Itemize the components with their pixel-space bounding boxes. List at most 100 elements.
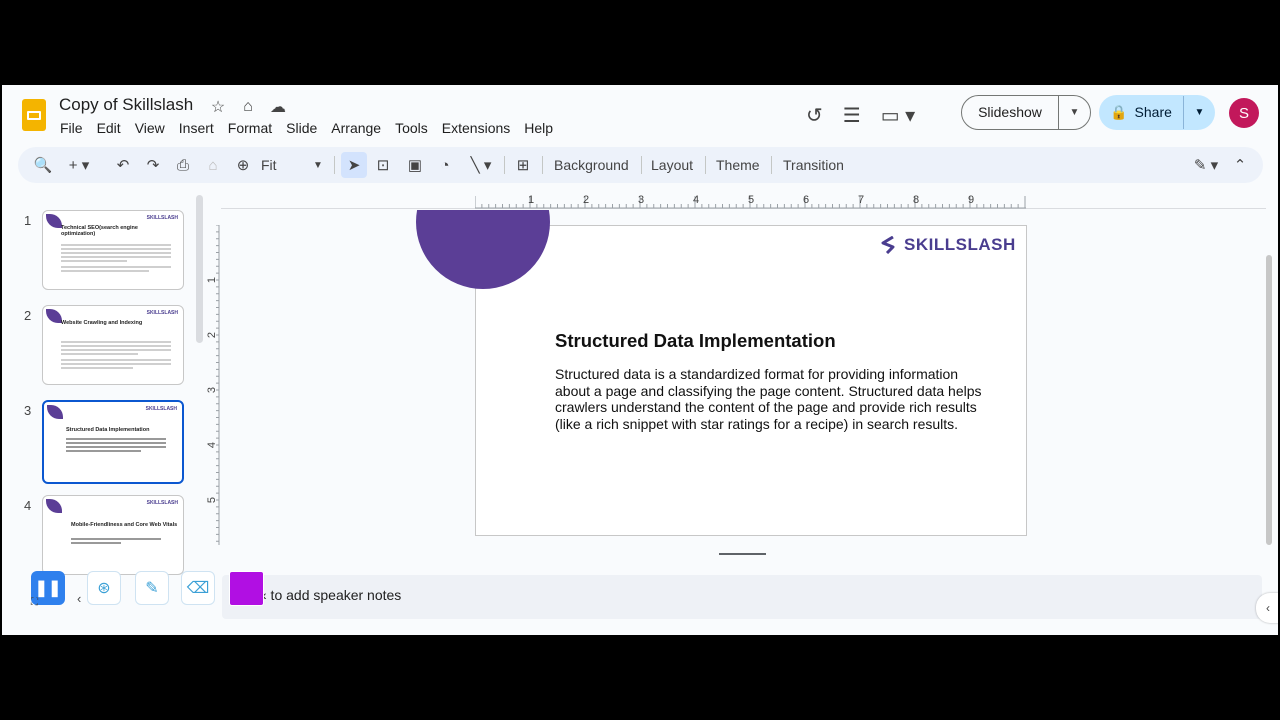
thumbnail-brand: SKILLSLASH — [146, 500, 178, 506]
select-cursor-icon[interactable]: ➤ — [341, 152, 367, 178]
ruler-label: 1 — [528, 194, 534, 206]
menu-file[interactable]: File — [60, 120, 83, 136]
thumbnail-title: Technical SEO(search engine optimization… — [61, 225, 138, 237]
editing-mode-icon[interactable]: ✎ ▾ — [1186, 147, 1226, 183]
transition-button[interactable]: Transition — [783, 147, 844, 183]
menu-edit[interactable]: Edit — [97, 120, 121, 136]
print-icon[interactable]: ⎙ — [172, 147, 194, 183]
menu-arrange[interactable]: Arrange — [331, 120, 381, 136]
slideshow-button[interactable]: Slideshow ▼ — [961, 95, 1091, 130]
title-actions: ☆ ⌂ ☁ — [207, 97, 289, 117]
skillslash-logo-icon — [881, 236, 895, 254]
canvas-scrollbar[interactable] — [1266, 255, 1272, 545]
search-menus-icon[interactable]: 🔍 — [32, 147, 54, 183]
ruler-label: 4 — [206, 442, 218, 448]
ruler-label: 7 — [858, 194, 864, 206]
chevron-down-icon[interactable]: ▼ — [1059, 107, 1090, 118]
ruler-label: 9 — [968, 194, 974, 206]
filmstrip-scrollbar[interactable] — [196, 195, 203, 343]
share-label-wrap[interactable]: 🔒 Share — [1099, 96, 1184, 129]
menu-help[interactable]: Help — [524, 120, 553, 136]
version-history-icon[interactable]: ↺ — [806, 103, 823, 128]
text-box-icon[interactable]: ⊡ — [372, 147, 394, 183]
thumbnail-title: Mobile-Friendliness and Core Web Vitals — [71, 522, 178, 528]
menu-slide[interactable]: Slide — [286, 120, 317, 136]
speaker-notes-placeholder[interactable]: ‹ to add speaker notes — [262, 587, 401, 603]
frame-icon: ⛶ — [31, 597, 38, 608]
paint-format-icon[interactable]: ⌂ — [202, 147, 224, 183]
slide-body-text[interactable]: Structured data is a standardized format… — [555, 366, 995, 432]
vertical-ruler[interactable]: 1 2 3 4 5 — [206, 225, 220, 545]
chevron-left-icon[interactable]: ‹ — [77, 591, 81, 606]
side-panel-toggle[interactable]: ‹ — [1256, 593, 1278, 623]
thumbnail-title: Structured Data Implementation — [66, 427, 150, 433]
menu-format[interactable]: Format — [228, 120, 272, 136]
zoom-icon[interactable]: ⊕ — [232, 147, 254, 183]
leaf-shape — [46, 309, 62, 323]
zoom-select[interactable]: Fit — [261, 147, 277, 183]
chevron-down-icon[interactable]: ▼ — [1184, 107, 1215, 118]
cursor-highlight-icon: ⊛ — [97, 580, 111, 597]
horizontal-ruler[interactable]: 1 2 3 4 5 6 7 8 9 — [475, 193, 1026, 209]
slide-title[interactable]: Structured Data Implementation — [555, 330, 836, 352]
menu-bar: File Edit View Insert Format Slide Arran… — [60, 120, 553, 136]
ruler-label: 3 — [206, 387, 218, 393]
redo-icon[interactable]: ↷ — [142, 147, 164, 183]
pointer-tool-button[interactable]: ⊛ — [87, 571, 121, 605]
leaf-shape — [46, 214, 62, 228]
menu-insert[interactable]: Insert — [179, 120, 214, 136]
notes-resize-handle[interactable] — [719, 553, 766, 555]
header-actions: ↺ ☰ ▭ ▾ — [806, 103, 915, 128]
star-icon[interactable]: ☆ — [207, 97, 229, 117]
slideshow-label[interactable]: Slideshow — [962, 96, 1059, 129]
thumbnail-title: Website Crawling and Indexing — [61, 320, 143, 326]
toolbar-divider — [334, 156, 335, 174]
toolbar-divider — [705, 156, 706, 174]
comments-icon[interactable]: ☰ — [843, 103, 861, 128]
menu-extensions[interactable]: Extensions — [442, 120, 510, 136]
ruler-label: 4 — [693, 194, 699, 206]
meet-camera-icon[interactable]: ▭ ▾ — [881, 103, 916, 128]
pen-tool-button[interactable]: ✎ — [135, 571, 169, 605]
share-button[interactable]: 🔒 Share ▼ — [1099, 95, 1215, 130]
eraser-icon: ⌫ — [186, 580, 210, 597]
insert-image-icon[interactable]: ▣ — [404, 147, 426, 183]
new-slide-icon[interactable]: + ▾ — [64, 147, 94, 183]
thumbnail-text-lines — [61, 341, 171, 371]
slide-brand-logo[interactable]: SKILLSLASH — [880, 235, 1016, 255]
toolbar-divider — [771, 156, 772, 174]
lock-icon: 🔒 — [1110, 104, 1128, 120]
document-title[interactable]: Copy of Skillslash — [59, 95, 193, 115]
background-button[interactable]: Background — [554, 147, 629, 183]
avatar[interactable]: S — [1229, 98, 1259, 128]
menu-tools[interactable]: Tools — [395, 120, 428, 136]
eraser-tool-button[interactable]: ⌫ — [181, 571, 215, 605]
shape-icon[interactable]: ◔ — [434, 147, 456, 183]
slides-logo-icon[interactable] — [22, 99, 46, 131]
add-comment-icon[interactable]: ⊞ — [512, 147, 534, 183]
line-icon[interactable]: ╲ ▾ — [466, 147, 496, 183]
toolbar-divider — [542, 156, 543, 174]
ruler-label: 6 — [803, 194, 809, 206]
thumbnail-brand: SKILLSLASH — [146, 310, 178, 316]
slide-number: 2 — [24, 308, 32, 323]
move-folder-icon[interactable]: ⌂ — [237, 97, 259, 117]
slide-number: 3 — [24, 403, 32, 418]
slide-thumbnail-2[interactable]: SKILLSLASH Website Crawling and Indexing — [42, 305, 184, 385]
menu-view[interactable]: View — [135, 120, 165, 136]
collapse-toolbar-icon[interactable]: ⌃ — [1230, 147, 1250, 183]
pen-color-swatch[interactable] — [229, 571, 264, 606]
slide-thumbnail-1[interactable]: SKILLSLASH Technical SEO(search engine o… — [42, 210, 184, 290]
theme-button[interactable]: Theme — [716, 147, 760, 183]
slide-thumbnail-3[interactable]: SKILLSLASH Structured Data Implementatio… — [42, 400, 184, 484]
cloud-status-icon[interactable]: ☁ — [267, 97, 289, 117]
layout-button[interactable]: Layout — [651, 147, 693, 183]
thumbnail-brand: SKILLSLASH — [146, 215, 178, 221]
thumbnail-text-lines — [66, 438, 166, 454]
share-label: Share — [1134, 104, 1172, 120]
chevron-left-icon: ‹ — [1266, 601, 1270, 615]
thumbnail-text-lines — [61, 244, 171, 274]
chevron-down-icon[interactable]: ▼ — [310, 147, 326, 183]
undo-icon[interactable]: ↶ — [112, 147, 134, 183]
slide-thumbnail-4[interactable]: SKILLSLASH Mobile-Friendliness and Core … — [42, 495, 184, 575]
